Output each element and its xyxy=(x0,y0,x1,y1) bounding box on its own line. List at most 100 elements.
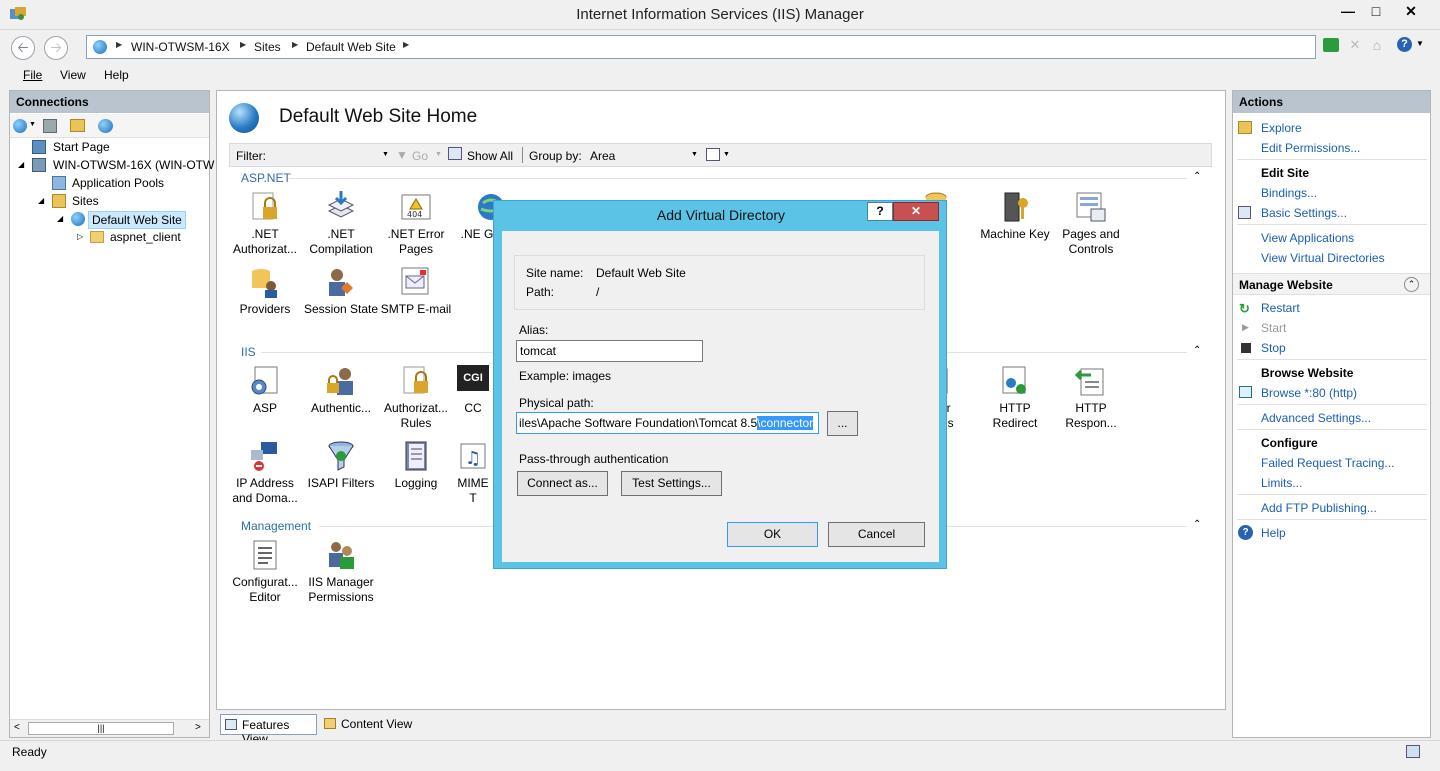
feature-smtp-email[interactable]: SMTP E-mail xyxy=(378,266,454,317)
group-by-dropdown-icon[interactable]: ▼ xyxy=(691,151,698,158)
physical-path-input[interactable]: iles\Apache Software Foundation\Tomcat 8… xyxy=(516,412,819,434)
alias-input[interactable]: tomcat xyxy=(516,340,703,362)
close-window-button[interactable]: ✕ xyxy=(1396,0,1426,22)
feature-logging[interactable]: Logging xyxy=(378,440,454,491)
test-settings-button[interactable]: Test Settings... xyxy=(621,471,722,496)
action-start[interactable]: Start xyxy=(1261,321,1286,335)
action-add-ftp-publishing[interactable]: Add FTP Publishing... xyxy=(1261,501,1377,515)
address-bar[interactable]: ▶ WIN-OTWSM-16X ▶ Sites ▶ Default Web Si… xyxy=(86,35,1316,59)
expand-arrow-icon[interactable]: ▷ xyxy=(77,232,83,241)
show-all-button[interactable]: Show All xyxy=(467,149,513,163)
refresh-icon[interactable] xyxy=(1323,38,1339,52)
breadcrumb-server[interactable]: WIN-OTWSM-16X xyxy=(131,40,230,54)
feature-isapi-filters[interactable]: ISAPI Filters xyxy=(303,440,379,491)
feature-iis-manager-permissions[interactable]: IIS Manager Permissions xyxy=(303,539,379,605)
feature-net-error-pages[interactable]: 404 .NET Error Pages xyxy=(378,191,454,257)
action-browse-80[interactable]: Browse *:80 (http) xyxy=(1261,386,1357,400)
save-icon[interactable] xyxy=(43,119,57,133)
feature-authorization-rules[interactable]: Authorizat... Rules xyxy=(378,365,454,431)
filter-dropdown-icon[interactable]: ▼ xyxy=(382,151,389,158)
view-mode-dropdown-icon[interactable]: ▼ xyxy=(723,151,730,158)
feature-mime-types[interactable]: ♫ MIME T xyxy=(453,440,493,506)
scroll-left-arrow[interactable]: < xyxy=(14,722,20,733)
feature-net-authorization[interactable]: .NET Authorizat... xyxy=(227,191,303,257)
tree-aspnet-client[interactable]: aspnet_client xyxy=(110,230,181,244)
action-help[interactable]: Help xyxy=(1261,526,1286,540)
chevron-down-icon[interactable]: ▼ xyxy=(29,121,36,128)
action-failed-request-tracing[interactable]: Failed Request Tracing... xyxy=(1261,456,1394,470)
horizontal-scrollbar[interactable]: < ||| > xyxy=(10,719,209,737)
tree-app-pools[interactable]: Application Pools xyxy=(72,176,164,190)
action-restart[interactable]: Restart xyxy=(1261,301,1300,315)
feature-configuration-editor[interactable]: Configurat... Editor xyxy=(227,539,303,605)
cancel-button[interactable]: Cancel xyxy=(828,522,925,547)
ok-button[interactable]: OK xyxy=(727,522,818,547)
feature-pages-controls[interactable]: Pages and Controls xyxy=(1053,191,1129,257)
minimize-button[interactable]: — xyxy=(1333,0,1363,22)
feature-session-state[interactable]: Session State xyxy=(303,266,379,317)
breadcrumb-sites[interactable]: Sites xyxy=(254,40,281,54)
menu-file[interactable]: File xyxy=(23,68,42,82)
group-iis[interactable]: IIS xyxy=(241,345,256,359)
collapse-section-icon[interactable]: ⌃ xyxy=(1404,277,1419,292)
home-icon[interactable]: ⌂ xyxy=(1369,37,1385,53)
group-by-select[interactable]: Area xyxy=(590,149,700,163)
help-circle-icon: ? xyxy=(1238,525,1253,540)
action-explore[interactable]: Explore xyxy=(1261,121,1302,135)
filter-input[interactable] xyxy=(276,147,392,163)
feature-cgi[interactable]: CGI CC xyxy=(453,365,493,416)
action-advanced-settings[interactable]: Advanced Settings... xyxy=(1261,411,1371,425)
menu-help[interactable]: Help xyxy=(104,68,129,82)
go-dropdown-icon[interactable]: ▼ xyxy=(435,151,442,158)
menu-view[interactable]: View xyxy=(60,68,86,82)
breadcrumb-default-site[interactable]: Default Web Site xyxy=(306,40,396,54)
maximize-button[interactable]: □ xyxy=(1361,0,1391,22)
group-management[interactable]: Management xyxy=(241,519,311,533)
tab-features-view[interactable]: Features View xyxy=(220,714,317,746)
action-basic-settings[interactable]: Basic Settings... xyxy=(1261,206,1347,220)
go-button[interactable]: Go xyxy=(412,149,428,163)
collapse-arrow-icon[interactable]: ◢ xyxy=(57,214,63,223)
feature-machine-key[interactable]: Machine Key xyxy=(977,191,1053,242)
dialog-help-button[interactable]: ? xyxy=(867,202,893,221)
connect-globe-icon[interactable] xyxy=(13,119,27,133)
feature-ip-address[interactable]: IP Address and Doma... xyxy=(227,440,303,506)
collapse-group-icon[interactable]: ⌃ xyxy=(1193,519,1201,530)
collapse-arrow-icon[interactable]: ◢ xyxy=(18,160,24,169)
action-view-applications[interactable]: View Applications xyxy=(1261,231,1354,245)
up-folder-icon[interactable] xyxy=(70,119,85,132)
scroll-right-arrow[interactable]: > xyxy=(195,722,201,733)
go-funnel-icon[interactable]: ▼ xyxy=(396,148,408,162)
help-dropdown-icon[interactable]: ? ▼ xyxy=(1397,37,1424,53)
connect-as-button[interactable]: Connect as... xyxy=(517,471,608,496)
manage-website-header[interactable]: Manage Website ⌃ xyxy=(1233,273,1430,295)
stop-icon[interactable]: ✕ xyxy=(1347,38,1363,52)
action-bindings[interactable]: Bindings... xyxy=(1261,186,1317,200)
tab-content-view[interactable]: Content View xyxy=(320,714,420,735)
feature-net-compilation[interactable]: .NET Compilation xyxy=(303,191,379,257)
feature-asp[interactable]: ASP xyxy=(227,365,303,416)
feature-providers[interactable]: Providers xyxy=(227,266,303,317)
feature-http-response[interactable]: HTTP Respon... xyxy=(1053,365,1129,431)
tree-start-page[interactable]: Start Page xyxy=(53,140,110,154)
action-view-virtual-directories[interactable]: View Virtual Directories xyxy=(1261,251,1385,265)
scroll-thumb[interactable]: ||| xyxy=(28,722,174,735)
dialog-close-button[interactable]: ✕ xyxy=(893,202,939,221)
back-button[interactable]: 🡠 xyxy=(11,36,35,60)
disconnect-icon[interactable] xyxy=(98,119,113,133)
collapse-group-icon[interactable]: ⌃ xyxy=(1193,345,1201,356)
group-aspnet[interactable]: ASP.NET xyxy=(241,171,291,185)
action-limits[interactable]: Limits... xyxy=(1261,476,1302,490)
browse-path-button[interactable]: ... xyxy=(827,411,858,436)
feature-http-redirect[interactable]: HTTP Redirect xyxy=(977,365,1053,431)
view-mode-icon[interactable] xyxy=(706,148,720,161)
collapse-group-icon[interactable]: ⌃ xyxy=(1193,171,1201,182)
action-edit-permissions[interactable]: Edit Permissions... xyxy=(1261,141,1360,155)
feature-authentication[interactable]: Authentic... xyxy=(303,365,379,416)
forward-button[interactable]: 🡢 xyxy=(44,36,68,60)
action-stop[interactable]: Stop xyxy=(1261,341,1286,355)
tree-sites[interactable]: Sites xyxy=(72,194,99,208)
tree-server[interactable]: WIN-OTWSM-16X (WIN-OTW xyxy=(53,158,214,172)
tree-default-web-site[interactable]: Default Web Site xyxy=(88,211,186,229)
collapse-arrow-icon[interactable]: ◢ xyxy=(38,196,44,205)
